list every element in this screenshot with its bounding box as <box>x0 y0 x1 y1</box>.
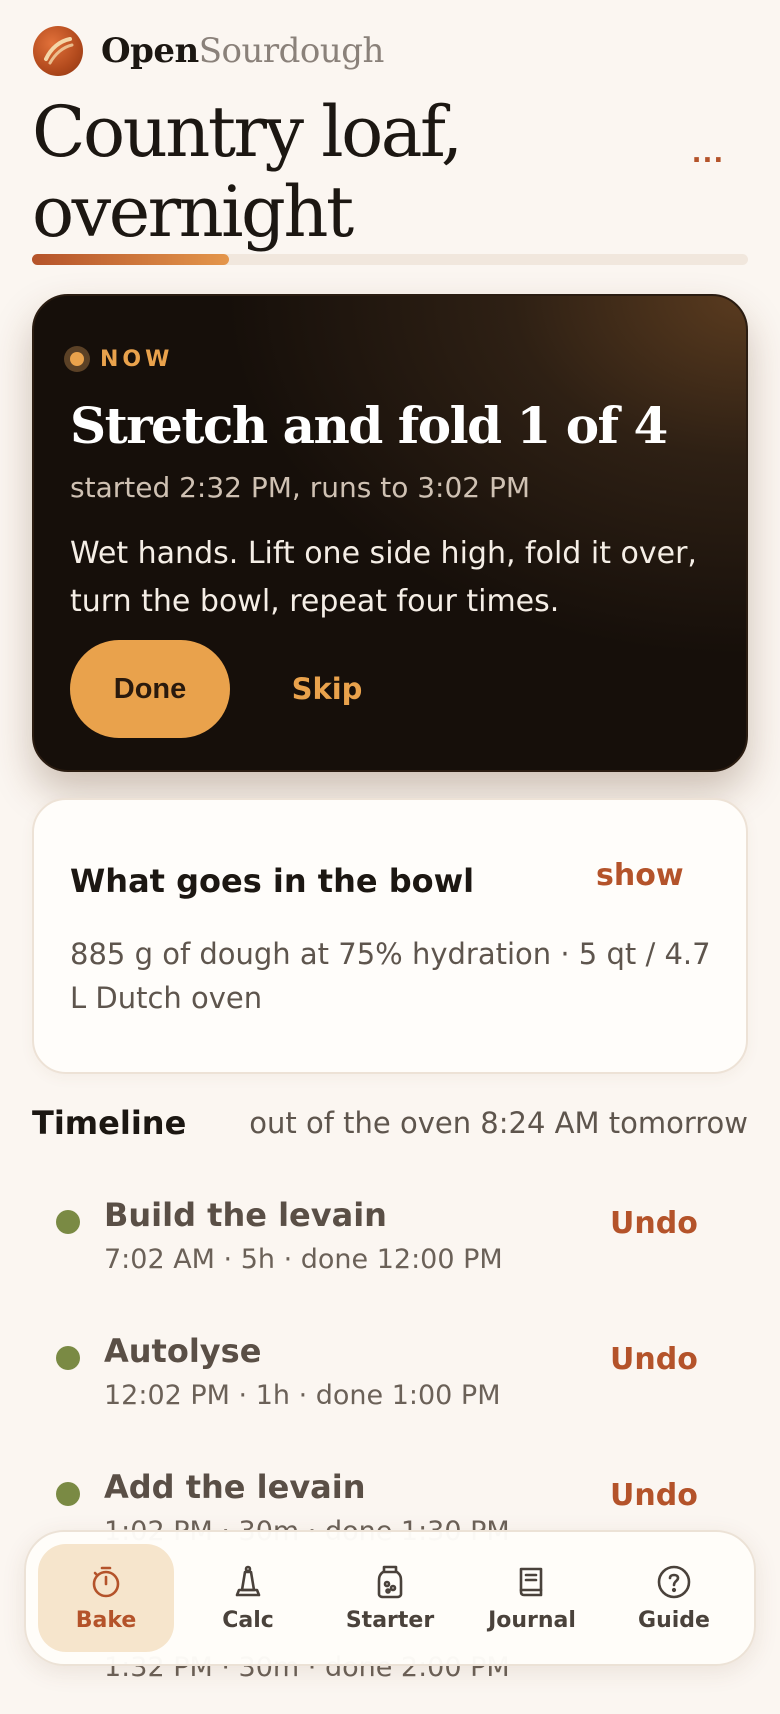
jar-icon <box>377 1565 403 1598</box>
scale-icon <box>235 1565 261 1596</box>
step-done-dot-icon <box>56 1346 80 1370</box>
bowl-card-description: 885 g of dough at 75% hydration · 5 qt /… <box>70 937 711 1015</box>
undo-button[interactable]: Undo <box>610 1478 720 1513</box>
more-options-button[interactable]: ... <box>688 141 728 172</box>
nav-label-journal: Journal <box>488 1607 576 1633</box>
timeline-item-meta: 7:02 AM · 5h · done 12:00 PM <box>104 1244 503 1275</box>
timeline-item-meta: 12:02 PM · 1h · done 1:00 PM <box>104 1380 501 1411</box>
brand-name-secondary: Sourdough <box>198 31 385 71</box>
undo-button[interactable]: Undo <box>610 1342 720 1377</box>
timeline-item: Build the levain 7:02 AM · 5h · done 12:… <box>0 1196 780 1306</box>
bake-progress-fill <box>32 254 229 265</box>
now-tag: NOW <box>64 346 173 372</box>
nav-item-starter[interactable]: Starter <box>322 1544 458 1652</box>
done-button[interactable]: Done <box>70 640 230 738</box>
step-done-dot-icon <box>56 1482 80 1506</box>
timeline-item-name: Add the levain <box>104 1468 366 1506</box>
nav-item-guide[interactable]: Guide <box>606 1544 742 1652</box>
nav-label-guide: Guide <box>638 1607 710 1633</box>
now-label: NOW <box>100 346 174 372</box>
current-step-card: NOW Stretch and fold 1 of 4 started 2:32… <box>32 294 748 772</box>
timeline-item-name: Build the levain <box>104 1196 387 1234</box>
timer-icon <box>92 1566 120 1597</box>
timeline-eta: out of the oven 8:24 AM tomorrow <box>249 1106 748 1140</box>
bake-progress-bar <box>32 254 748 265</box>
step-done-dot-icon <box>56 1210 80 1234</box>
current-step-title: Stretch and fold 1 of 4 <box>70 396 668 455</box>
nav-item-journal[interactable]: Journal <box>464 1544 600 1652</box>
nav-label-starter: Starter <box>345 1607 435 1633</box>
nav-label-calc: Calc <box>222 1607 274 1633</box>
help-icon <box>657 1565 691 1598</box>
now-indicator-icon <box>64 346 90 372</box>
bottom-nav: Bake Calc Starter Journal Guide <box>24 1530 756 1666</box>
timeline-item-name: Autolyse <box>104 1332 262 1370</box>
nav-label-bake: Bake <box>75 1607 137 1633</box>
brand-name: OpenSourdough <box>101 31 384 71</box>
brand: OpenSourdough <box>33 26 384 76</box>
page-title: Country loaf, overnight <box>32 91 463 253</box>
skip-button[interactable]: Skip <box>272 640 382 738</box>
timeline-title: Timeline <box>32 1104 187 1142</box>
bread-logo-icon <box>33 26 83 76</box>
bowl-card-title: What goes in the bowl <box>70 862 475 900</box>
undo-button[interactable]: Undo <box>610 1206 720 1241</box>
bowl-show-toggle[interactable]: show <box>596 858 716 902</box>
nav-item-bake[interactable]: Bake <box>38 1544 174 1652</box>
nav-item-calc[interactable]: Calc <box>180 1544 316 1652</box>
current-step-description: Wet hands. Lift one side high, fold it o… <box>70 536 697 619</box>
brand-name-primary: Open <box>101 31 199 71</box>
book-icon <box>519 1567 543 1596</box>
timeline-item: Autolyse 12:02 PM · 1h · done 1:00 PM Un… <box>0 1332 780 1442</box>
bowl-contents-card: What goes in the bowl show 885 g of doug… <box>32 798 748 1074</box>
current-step-time: started 2:32 PM, runs to 3:02 PM <box>70 471 531 504</box>
